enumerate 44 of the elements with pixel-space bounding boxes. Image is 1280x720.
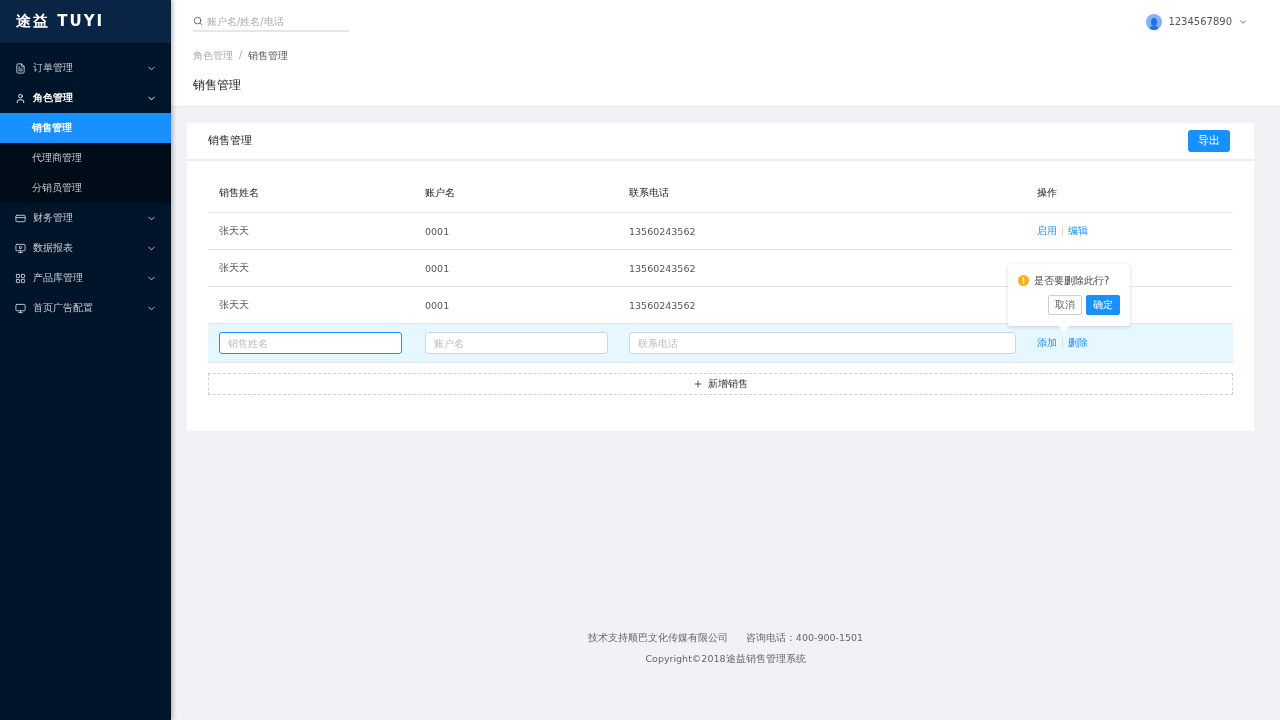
document-icon — [15, 62, 26, 74]
sidebar-item[interactable]: 数据报表 — [0, 233, 171, 263]
grid-icon — [15, 272, 26, 284]
table-cell-text: 张天天 — [218, 224, 250, 238]
table-cell-text: 张天天 — [218, 261, 250, 275]
breadcrumb-item: 销售管理 — [248, 49, 289, 63]
cancel-button[interactable]: 取消 — [1048, 294, 1082, 315]
search-icon — [193, 16, 203, 26]
sidebar-subitem[interactable]: 分销员管理 — [0, 173, 171, 203]
sidebar-item[interactable]: 首页广告配置 — [0, 293, 171, 323]
sidebar-item[interactable]: 角色管理 — [0, 83, 171, 113]
avatar-icon — [1146, 13, 1163, 30]
breadcrumb-separator: / — [239, 49, 243, 62]
user-icon — [15, 92, 26, 104]
presentation-icon — [15, 242, 26, 254]
monitor-icon — [15, 302, 26, 314]
sidebar-item[interactable]: 产品库管理 — [0, 263, 171, 293]
sidebar-subitem[interactable]: 代理商管理 — [0, 143, 171, 173]
card-title: 销售管理 — [208, 134, 252, 148]
add-button[interactable]: 新增销售 — [208, 373, 1233, 395]
plus-icon — [693, 379, 703, 389]
column-header: 账户名 — [424, 187, 456, 200]
column-header: 联系电话 — [628, 187, 670, 200]
warning-icon — [1018, 275, 1029, 286]
column-header: 操作 — [1036, 187, 1058, 200]
footer-text: Copyright©2018途益销售管理系统 — [645, 653, 806, 666]
page-title: 销售管理 — [193, 77, 242, 94]
table-cell-text: 13560243562 — [628, 225, 697, 237]
user-menu[interactable]: 1234567890 — [1146, 13, 1248, 30]
logo: 途益 TUYI — [0, 0, 171, 43]
table-cell-text: 0001 — [424, 225, 451, 237]
table-cell-text: 13560243562 — [628, 299, 697, 311]
footer-text: 咨询电话：400-900-1501 — [745, 632, 864, 645]
footer-text: 技术支持顺巴文化传媒有限公司 — [587, 632, 728, 645]
table-cell-text: 0001 — [424, 262, 451, 274]
popover-message: 是否要删除此行? — [1034, 273, 1110, 288]
table-cell-text: 0001 — [424, 299, 451, 311]
table-cell-text: 13560243562 — [628, 262, 697, 274]
card-icon — [15, 212, 26, 224]
sidebar-item[interactable]: 订单管理 — [0, 53, 171, 83]
sidebar-item[interactable]: 财务管理 — [0, 203, 171, 233]
column-header: 销售姓名 — [218, 187, 260, 200]
input-field[interactable]: 销售姓名 — [219, 332, 402, 354]
table-cell-text: 张天天 — [218, 298, 250, 312]
